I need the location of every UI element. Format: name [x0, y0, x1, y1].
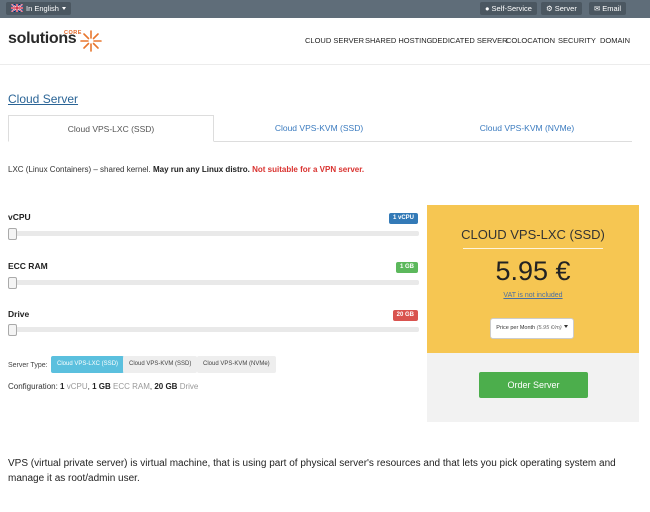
vcpu-badge: 1 vCPU: [388, 213, 418, 224]
server-type-lxc-button[interactable]: Cloud VPS-LXC (SSD): [51, 356, 125, 373]
server-type-kvm-nvme-button[interactable]: Cloud VPS-KVM (NVMe): [197, 356, 276, 373]
configuration-label: Configuration:: [8, 382, 58, 391]
config-cpu-unit: vCPU: [66, 382, 88, 391]
nav-shared-hosting[interactable]: SHARED HOSTING: [365, 36, 433, 45]
order-server-button[interactable]: Order Server: [479, 372, 588, 398]
billing-period-dropdown[interactable]: Price per Month (5.95 €/m): [490, 318, 574, 339]
ram-badge: 1 GB: [395, 262, 418, 273]
chevron-down-icon: [563, 325, 568, 328]
logo-star-icon: [80, 30, 102, 52]
top-bar: In English ● Self-Service ⚙ Server ✉ Email: [0, 0, 650, 18]
language-selector[interactable]: In English: [6, 2, 71, 15]
server-type-kvm-ssd-button[interactable]: Cloud VPS-KVM (SSD): [123, 356, 198, 373]
drive-badge: 20 GB: [392, 310, 418, 321]
billing-period-label: Price per Month: [496, 325, 536, 331]
site-logo[interactable]: solutions CORE: [8, 30, 102, 54]
nav-cloud-server[interactable]: CLOUD SERVER: [305, 36, 364, 45]
drive-slider-handle[interactable]: [8, 324, 17, 336]
price-value: 5.95 €: [495, 256, 571, 286]
config-drive-value: 20 GB: [154, 382, 178, 391]
gear-icon: ⚙: [546, 4, 553, 13]
nav-domain[interactable]: DOMAIN: [600, 36, 630, 45]
user-icon: ●: [485, 4, 490, 13]
language-label: In English: [26, 4, 59, 13]
email-label: Email: [602, 4, 622, 13]
description-warning: Not suitable for a VPN server.: [252, 165, 365, 174]
configuration-summary: Configuration: 1 vCPU, 1 GB ECC RAM, 20 …: [8, 382, 199, 391]
server-type-label: Server Type:: [8, 362, 48, 369]
page-title[interactable]: Cloud Server: [8, 92, 78, 106]
vcpu-slider-handle[interactable]: [8, 228, 17, 240]
vat-note[interactable]: VAT is not included: [427, 292, 639, 299]
config-ram-value: 1 GB: [92, 382, 111, 391]
server-link[interactable]: ⚙ Server: [541, 2, 582, 15]
drive-label: Drive: [8, 309, 30, 319]
pricing-panel: CLOUD VPS-LXC (SSD) 5.95 € VAT is not in…: [427, 205, 639, 353]
drive-slider-track[interactable]: [8, 327, 419, 332]
nav-security[interactable]: SECURITY: [558, 36, 596, 45]
pricing-divider: [463, 248, 603, 249]
vcpu-label: vCPU: [8, 212, 31, 222]
self-service-label: Self-Service: [491, 4, 532, 13]
tab-cloud-vps-kvm-nvme[interactable]: Cloud VPS-KVM (NVMe): [424, 115, 630, 142]
vps-explanation: VPS (virtual private server) is virtual …: [8, 458, 616, 484]
description-bold: May run any Linux distro.: [152, 165, 253, 174]
envelope-icon: ✉: [594, 4, 601, 13]
pricing-title: CLOUD VPS-LXC (SSD): [461, 227, 605, 242]
config-ram-unit: ECC RAM: [112, 382, 150, 391]
self-service-link[interactable]: ● Self-Service: [480, 2, 537, 15]
nav-dedicated-server[interactable]: DEDICATED SERVER: [432, 36, 508, 45]
chevron-down-icon: [61, 7, 66, 10]
product-description: LXC (Linux Containers) – shared kernel. …: [8, 165, 364, 174]
config-drive-unit: Drive: [179, 382, 199, 391]
ram-slider-handle[interactable]: [8, 277, 17, 289]
description-plain: LXC (Linux Containers) – shared kernel.: [8, 165, 153, 174]
order-panel: Order Server: [427, 353, 639, 422]
tab-cloud-vps-lxc[interactable]: Cloud VPS-LXC (SSD): [8, 115, 214, 142]
config-cpu-value: 1: [60, 382, 65, 391]
uk-flag-icon: [11, 4, 23, 12]
ram-slider-track[interactable]: [8, 280, 419, 285]
billing-period-detail: (5.95 €/m): [536, 325, 562, 331]
tab-cloud-vps-kvm-ssd[interactable]: Cloud VPS-KVM (SSD): [216, 115, 422, 142]
server-label: Server: [554, 4, 577, 13]
site-header: solutions CORE CLOUD SERVER SHARED HOSTI…: [0, 18, 650, 65]
email-link[interactable]: ✉ Email: [589, 2, 627, 15]
ram-label: ECC RAM: [8, 261, 48, 271]
vcpu-slider-track[interactable]: [8, 231, 419, 236]
nav-colocation[interactable]: COLOCATION: [506, 36, 555, 45]
